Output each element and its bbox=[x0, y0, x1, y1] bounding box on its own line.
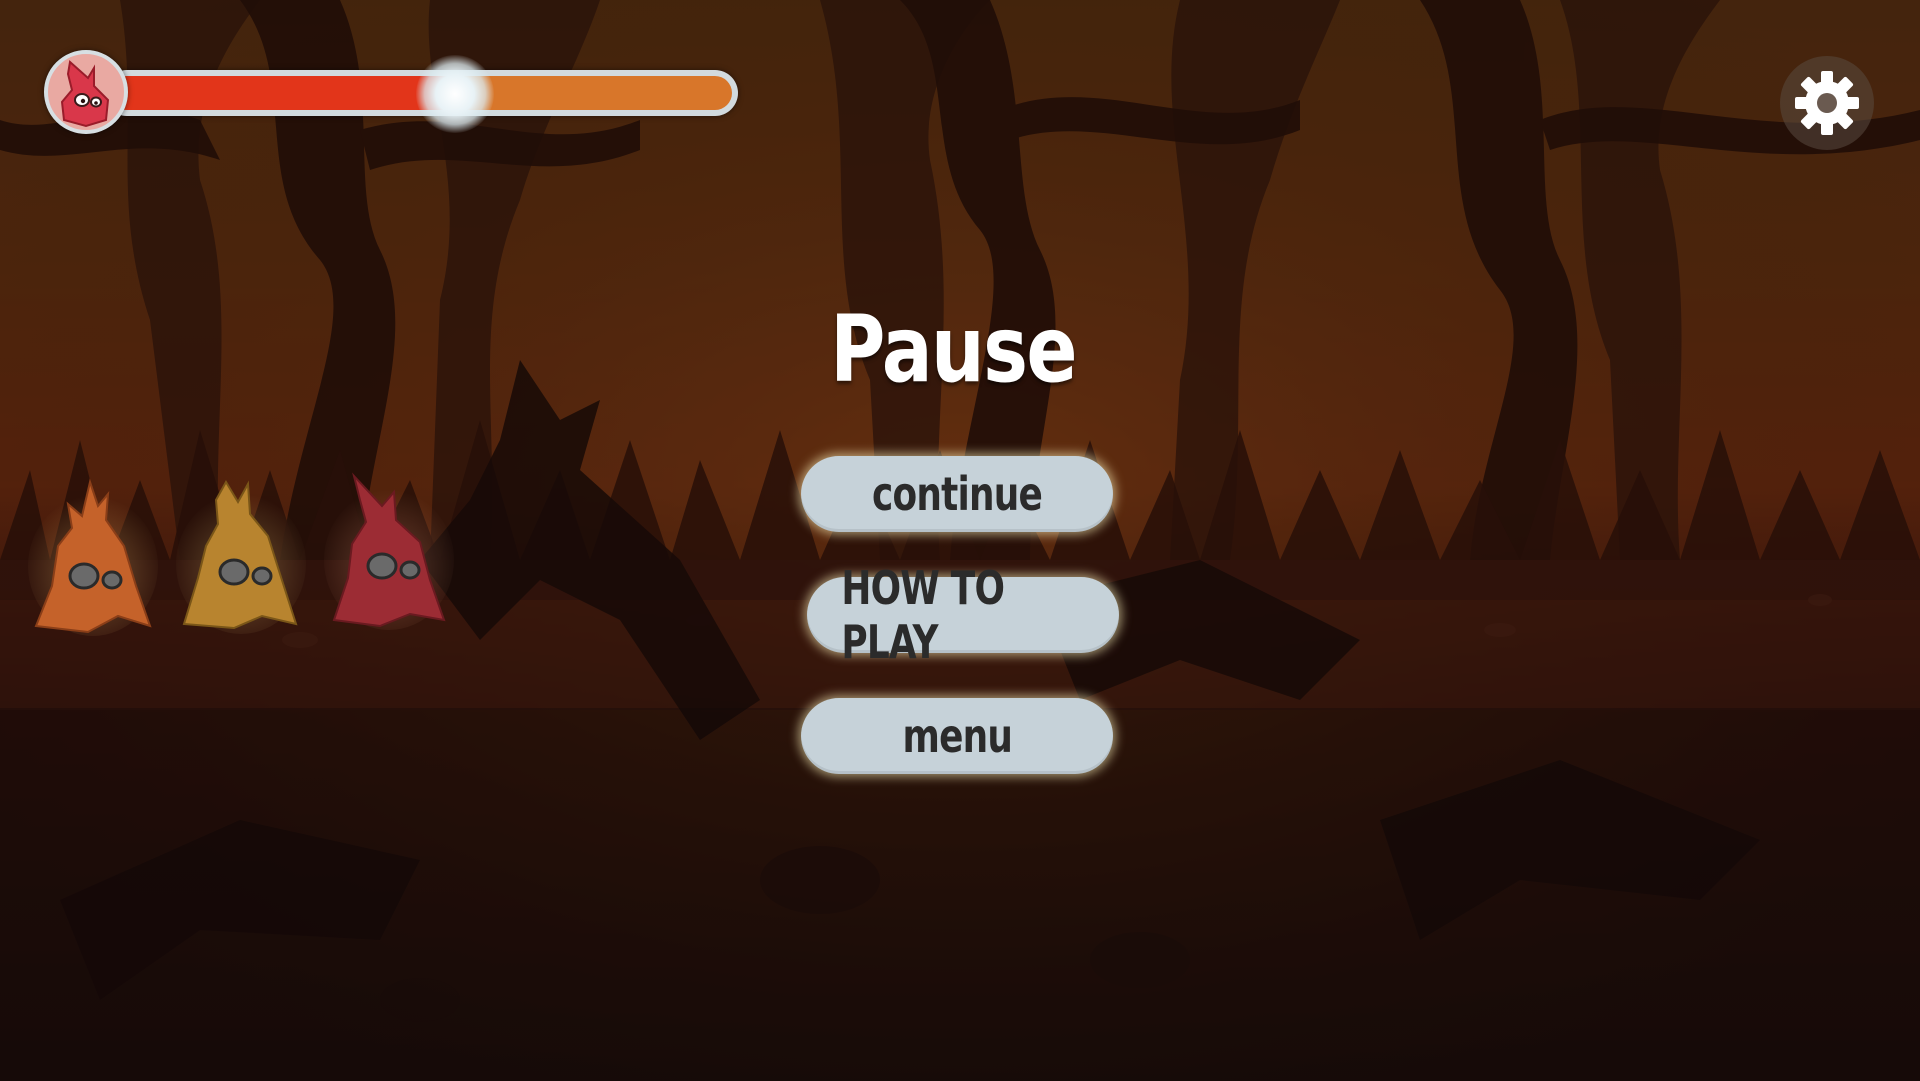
how-to-play-button[interactable]: HOW TO PLAY bbox=[807, 561, 1119, 669]
menu-button[interactable]: menu bbox=[801, 698, 1113, 774]
menu-button-label: menu bbox=[902, 709, 1012, 763]
how-to-play-button-label: HOW TO PLAY bbox=[841, 561, 1005, 669]
continue-button[interactable]: continue bbox=[801, 456, 1113, 532]
continue-button-label: continue bbox=[871, 467, 1043, 521]
red-flame-creature-icon bbox=[60, 60, 110, 128]
orange-flame-creature bbox=[28, 478, 158, 636]
pause-title: Pause bbox=[830, 296, 1077, 403]
yellow-flame-creature bbox=[176, 480, 306, 634]
player-badge bbox=[44, 50, 128, 134]
red-flame-creature bbox=[324, 472, 454, 630]
progress-marker bbox=[416, 55, 495, 133]
progress-fill bbox=[110, 76, 456, 110]
level-progress-bar bbox=[44, 50, 740, 134]
gear-icon bbox=[1795, 71, 1859, 135]
game-scene: Pause continue HOW TO PLAY menu bbox=[0, 0, 1920, 1081]
settings-button[interactable] bbox=[1780, 56, 1874, 150]
